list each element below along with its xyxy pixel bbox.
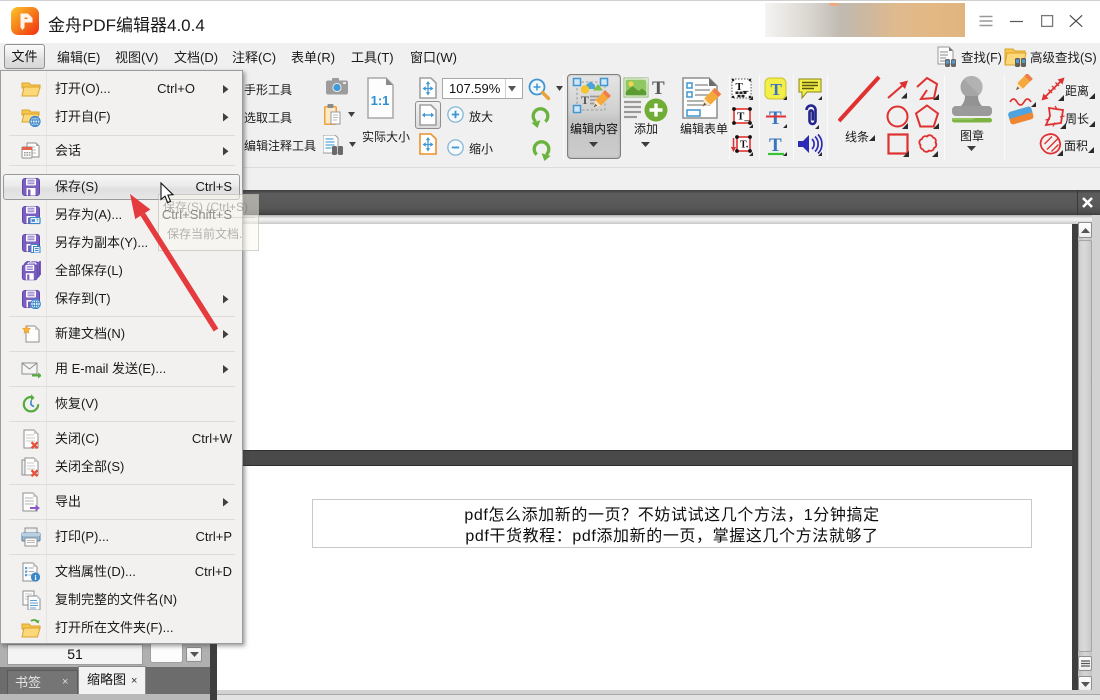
- svg-text:T: T: [769, 135, 782, 156]
- svg-text:T: T: [581, 93, 589, 107]
- svg-text:T_: T_: [736, 81, 749, 93]
- svg-text:1:1: 1:1: [371, 93, 390, 108]
- svg-text:T_: T_: [737, 111, 750, 123]
- svg-text:T: T: [771, 80, 783, 99]
- svg-text:T.: T.: [740, 140, 749, 151]
- svg-text:i: i: [34, 573, 36, 582]
- svg-text:T: T: [652, 78, 665, 99]
- svg-text:T: T: [769, 108, 782, 128]
